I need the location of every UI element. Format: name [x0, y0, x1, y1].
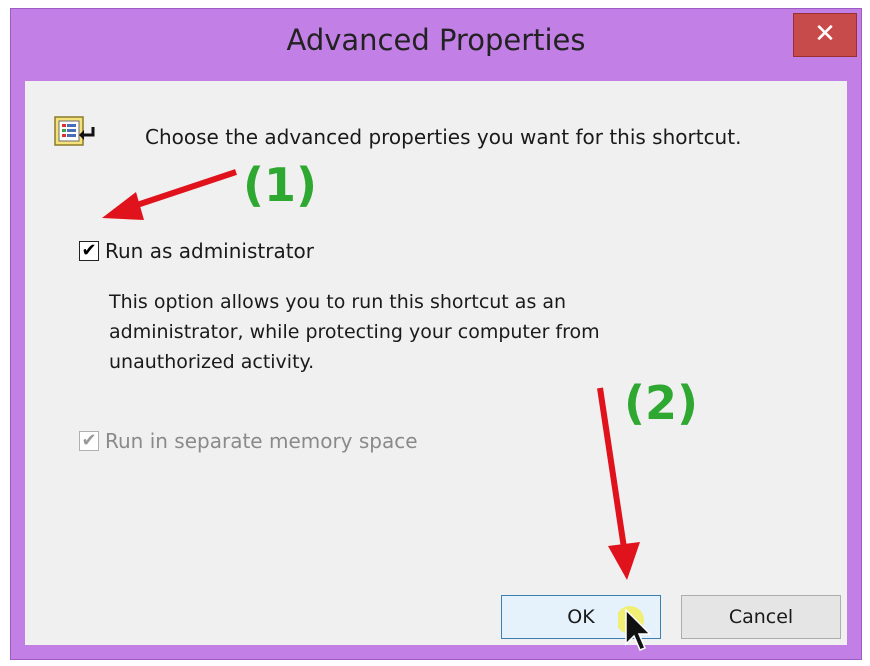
mouse-cursor-icon [618, 606, 652, 651]
annotation-arrows [102, 169, 640, 580]
arrow-to-ok-button [597, 387, 640, 580]
arrow-to-checkbox [102, 169, 237, 220]
